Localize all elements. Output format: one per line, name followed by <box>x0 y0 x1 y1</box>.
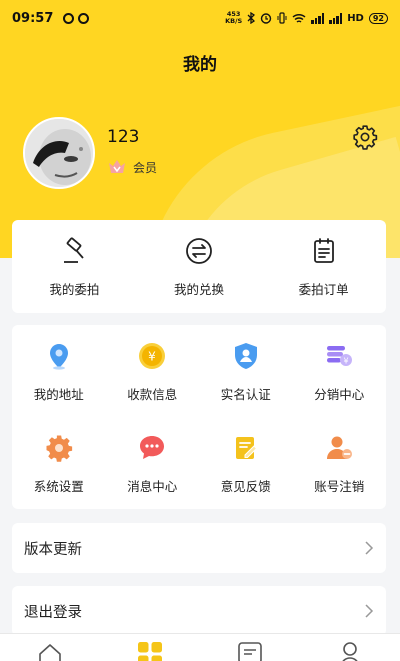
id-shield-icon <box>234 343 257 369</box>
quick-action-auction-orders[interactable]: 委拍订单 <box>261 220 386 313</box>
services-card: 我的地址 ¥ 收款信息 实名认证 ¥ 分销中心 系统设置 消息中心 意见反馈 账… <box>12 325 386 509</box>
tab-profile[interactable] <box>300 634 400 661</box>
services-grid: 我的地址 ¥ 收款信息 实名认证 ¥ 分销中心 系统设置 消息中心 意见反馈 账… <box>12 325 386 509</box>
avatar[interactable] <box>23 117 95 189</box>
service-label: 账号注销 <box>314 479 365 494</box>
chevron-right-icon <box>365 541 374 555</box>
cell-signal-icon <box>311 12 325 24</box>
service-distribution-center[interactable]: ¥ 分销中心 <box>293 325 387 417</box>
gear-icon <box>353 125 378 150</box>
username: 123 <box>107 127 140 147</box>
alarm-icon <box>260 13 272 24</box>
chat-bubble-icon <box>140 436 165 459</box>
exchange-icon <box>186 238 212 264</box>
service-label: 实名认证 <box>220 387 271 402</box>
settings-button[interactable] <box>352 124 378 150</box>
bottom-tab-bar <box>0 633 400 661</box>
service-system-settings[interactable]: 系统设置 <box>12 417 106 509</box>
category-icon <box>138 642 162 661</box>
cell-signal-icon <box>329 12 343 24</box>
service-label: 系统设置 <box>33 479 84 494</box>
message-icon <box>238 642 262 661</box>
tab-category[interactable] <box>100 634 200 661</box>
tab-home[interactable] <box>0 634 100 661</box>
wifi-icon <box>292 13 306 23</box>
location-pin-icon <box>49 344 68 370</box>
service-my-address[interactable]: 我的地址 <box>12 325 106 417</box>
member-label: 会员 <box>133 160 158 175</box>
crown-icon <box>109 160 125 173</box>
bluetooth-icon <box>247 12 256 24</box>
vibrate-icon <box>277 12 287 24</box>
coin-stack-icon: ¥ <box>327 346 353 366</box>
app-notification-icon <box>78 12 90 24</box>
service-label: 收款信息 <box>127 387 178 402</box>
service-label: 消息中心 <box>127 479 178 494</box>
order-clipboard-icon <box>313 238 334 263</box>
network-type-label: HD <box>347 12 364 24</box>
service-label: 意见反馈 <box>220 479 271 494</box>
status-bar: 09:57 453 KB/S HD 92 <box>0 0 400 36</box>
status-indicators: 453 KB/S HD 92 <box>225 11 388 25</box>
logout-row[interactable]: 退出登录 <box>12 586 386 636</box>
tab-messages[interactable] <box>200 634 300 661</box>
gear-icon <box>46 435 72 462</box>
app-notification-icon <box>63 12 75 24</box>
service-label: 我的地址 <box>33 387 84 402</box>
version-update-row[interactable]: 版本更新 <box>12 523 386 573</box>
service-account-cancellation[interactable]: 账号注销 <box>293 417 387 509</box>
svg-text:¥: ¥ <box>344 357 349 366</box>
quick-action-my-auctions[interactable]: 我的委拍 <box>12 220 137 313</box>
quick-action-label: 我的委拍 <box>49 282 100 297</box>
profile-icon <box>342 642 358 661</box>
service-payment-info[interactable]: ¥ 收款信息 <box>106 325 200 417</box>
quick-action-my-exchanges[interactable]: 我的兑换 <box>137 220 262 313</box>
user-remove-icon <box>327 436 353 459</box>
auction-hammer-icon <box>64 237 85 263</box>
chevron-right-icon <box>365 604 374 618</box>
row-label: 退出登录 <box>24 604 82 621</box>
edit-note-icon <box>235 437 257 459</box>
service-label: 分销中心 <box>314 387 365 402</box>
network-speed: 453 KB/S <box>225 10 243 25</box>
status-time: 09:57 <box>12 10 54 26</box>
quick-action-label: 委拍订单 <box>298 282 349 297</box>
member-badge: 会员 <box>107 158 157 176</box>
service-real-name-verification[interactable]: 实名认证 <box>199 325 293 417</box>
page-title: 我的 <box>183 55 217 75</box>
home-icon <box>39 644 61 661</box>
quick-action-label: 我的兑换 <box>174 282 225 297</box>
row-label: 版本更新 <box>24 541 82 558</box>
service-message-center[interactable]: 消息中心 <box>106 417 200 509</box>
battery-level: 92 <box>368 12 388 24</box>
quick-actions-card: 我的委拍 我的兑换 委拍订单 <box>12 220 386 313</box>
yuan-coin-icon: ¥ <box>139 343 166 369</box>
svg-text:¥: ¥ <box>148 350 156 364</box>
service-feedback[interactable]: 意见反馈 <box>199 417 293 509</box>
